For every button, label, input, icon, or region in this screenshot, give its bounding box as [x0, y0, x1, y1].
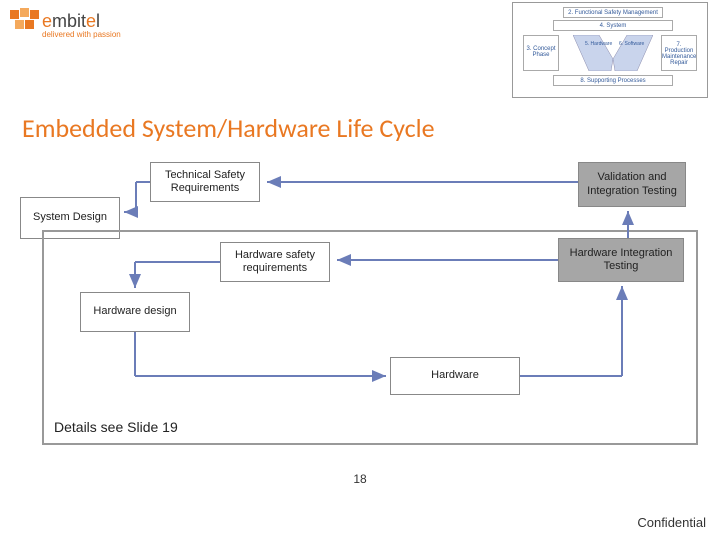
logo-icon: [10, 8, 40, 34]
svg-text:5. Hardware: 5. Hardware: [585, 41, 612, 47]
mini-v-shape: 5. Hardware 6. Software: [573, 35, 653, 71]
details-label: Details see Slide 19: [54, 419, 178, 435]
box-hw-safety-req: Hardware safety requirements: [220, 242, 330, 282]
page-number: 18: [0, 472, 720, 486]
box-hw-int-test: Hardware Integration Testing: [558, 238, 684, 282]
mini-row-1: 2. Functional Safety Management: [563, 7, 663, 18]
slide-title: Embedded System/Hardware Life Cycle: [22, 112, 435, 144]
mini-row-3: 8. Supporting Processes: [553, 75, 673, 86]
mini-diagram: 2. Functional Safety Management 4. Syste…: [512, 2, 708, 98]
logo-tagline: delivered with passion: [42, 30, 121, 39]
mini-box-right: 7. Production Maintenance Repair: [661, 35, 697, 71]
box-tech-safety-req: Technical Safety Requirements: [150, 162, 260, 202]
mini-box-left: 3. Concept Phase: [523, 35, 559, 71]
box-validation: Validation and Integration Testing: [578, 162, 686, 207]
mini-row-2: 4. System: [553, 20, 673, 31]
logo-text: embitel: [42, 11, 100, 32]
svg-text:6. Software: 6. Software: [619, 41, 645, 47]
lifecycle-diagram: Technical Safety Requirements Validation…: [20, 152, 700, 452]
box-hw-design: Hardware design: [80, 292, 190, 332]
box-hardware: Hardware: [390, 357, 520, 395]
footer-confidential: Confidential: [637, 515, 706, 530]
